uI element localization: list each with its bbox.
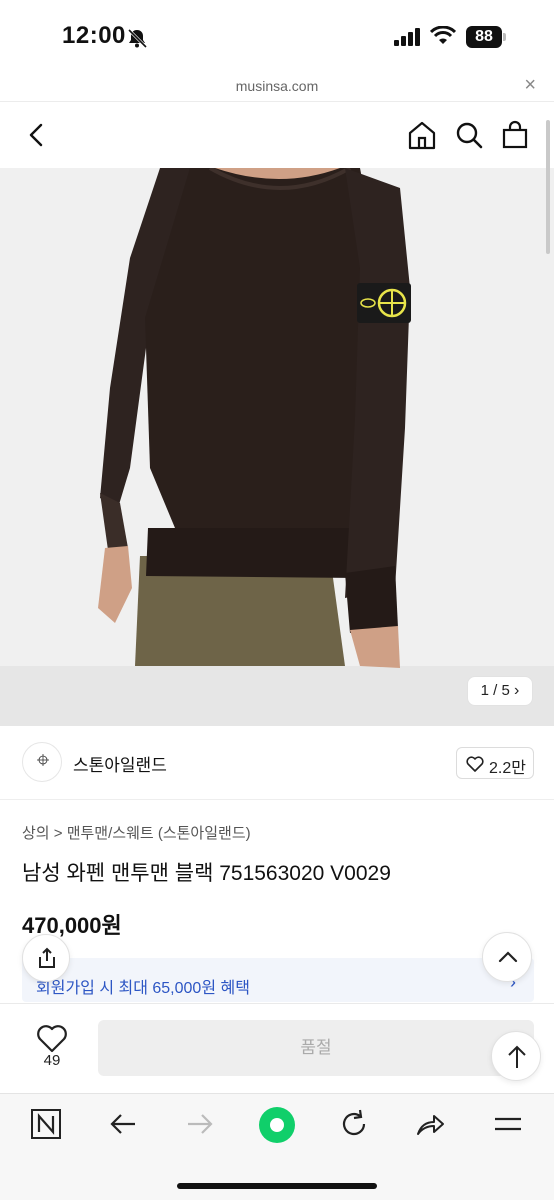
green-dot-icon[interactable] [258,1106,296,1144]
chevron-up-icon [498,951,518,963]
gallery-counter[interactable]: 1 / 5 › [467,676,533,706]
refresh-icon[interactable] [338,1108,370,1140]
battery-tip [503,33,506,41]
status-bar: 12:00 88 [0,0,554,72]
scroll-to-top-button[interactable] [491,1031,541,1081]
breadcrumb[interactable]: 상의 > 맨투맨/스웨트 (스톤아일랜드) [22,822,251,843]
back-arrow-icon[interactable] [22,120,52,150]
naver-n-icon[interactable] [30,1108,62,1140]
app-header [0,102,554,168]
gallery-counter-text: 1 / 5 [480,682,510,699]
heart-icon [466,756,484,772]
wishlist-heart-icon[interactable] [34,1020,70,1056]
menu-icon[interactable] [492,1108,524,1140]
share-icon [39,947,55,968]
url-bar[interactable]: musinsa.com × [0,72,554,102]
close-icon[interactable]: × [524,74,536,97]
product-title: 남성 와펜 맨투맨 블랙 751563020 V0029 [22,862,391,885]
shopping-bag-icon[interactable] [500,120,530,150]
home-icon[interactable] [407,120,437,150]
arrow-up-icon [508,1045,526,1068]
sweatshirt-photo [0,168,554,726]
product-image[interactable] [0,168,554,726]
cellular-signal-icon [394,28,420,46]
scrollbar[interactable] [546,120,550,254]
battery-indicator: 88 [466,26,502,48]
forward-arrow-icon[interactable] [184,1108,216,1140]
muted-bell-icon [127,28,148,49]
collapse-button[interactable] [482,932,532,982]
soldout-button[interactable]: 품절 [98,1020,534,1076]
share-arrow-icon[interactable] [414,1108,446,1140]
benefit-text: 회원가입 시 최대 65,000원 혜택 [36,980,250,997]
brand-like-button[interactable]: 2.2만 [456,747,534,779]
url-text[interactable]: musinsa.com [0,78,554,94]
wifi-icon [430,26,456,44]
wishlist-count: 49 [43,1052,61,1069]
search-icon[interactable] [454,120,484,150]
back-arrow-icon[interactable] [107,1108,139,1140]
brand-logo[interactable] [22,742,62,782]
signup-benefit-banner[interactable]: 회원가입 시 최대 65,000원 혜택 › [22,958,534,1002]
compass-rose-icon [37,754,49,766]
chevron-right-icon: › [514,682,520,699]
brand-like-count: 2.2만 [489,760,526,777]
status-time: 12:00 [62,22,126,49]
home-indicator [177,1183,377,1189]
brand-name[interactable]: 스톤아일랜드 [73,751,167,776]
share-button[interactable] [22,934,70,982]
